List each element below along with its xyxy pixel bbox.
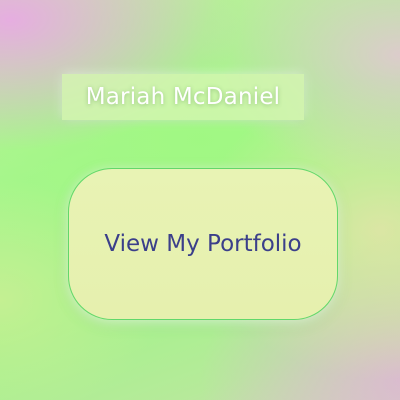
view-portfolio-label: View My Portfolio [104, 231, 302, 257]
view-portfolio-button[interactable]: View My Portfolio [68, 168, 338, 320]
profile-name: Mariah McDaniel [85, 84, 281, 110]
name-card: Mariah McDaniel [62, 74, 304, 120]
